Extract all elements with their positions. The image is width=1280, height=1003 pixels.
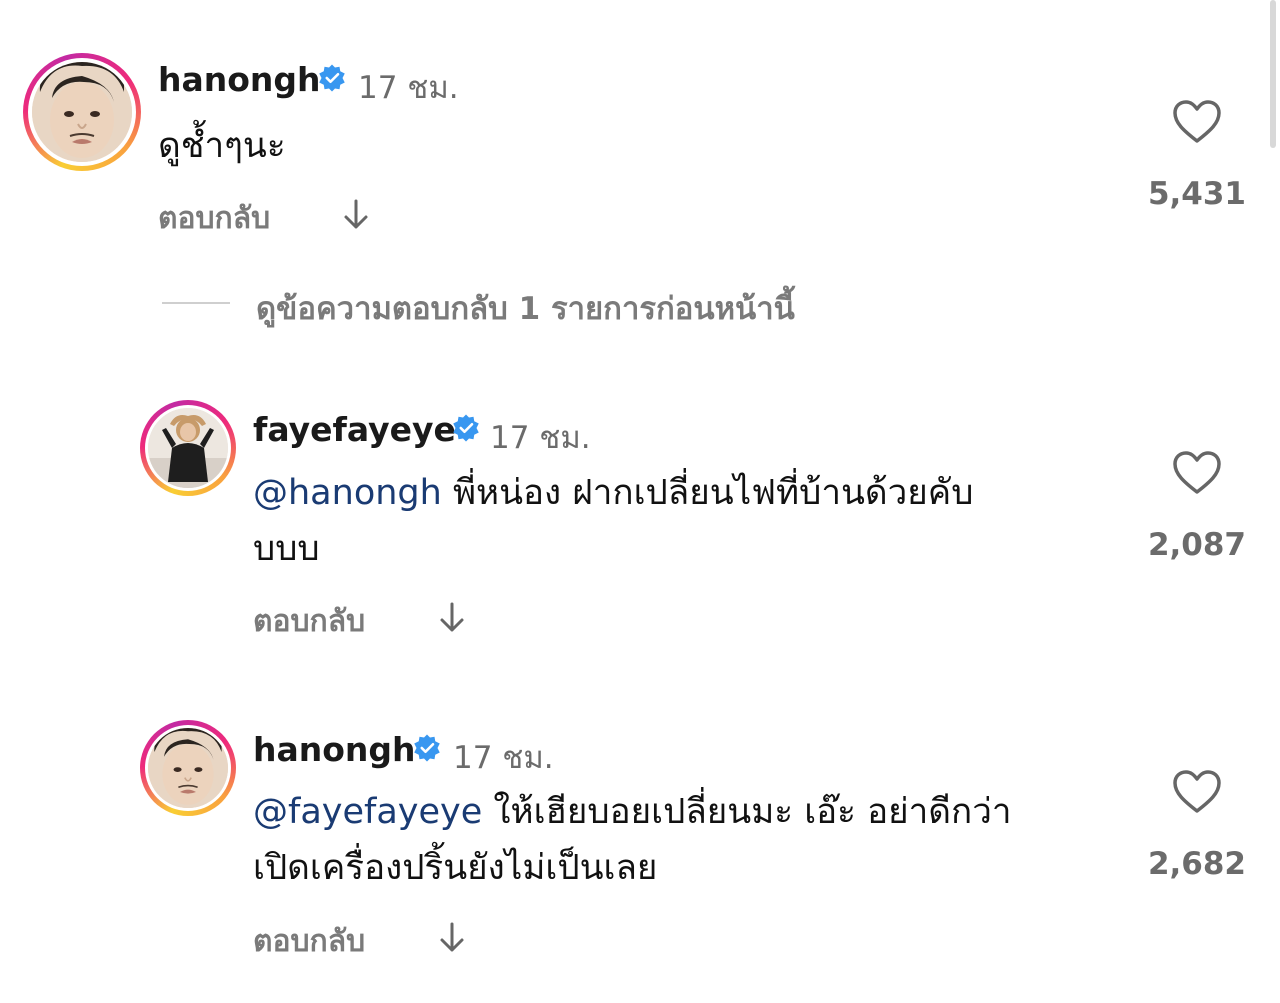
reply-button[interactable]: ตอบกลับ <box>253 598 365 645</box>
avatar-fayefayeye[interactable] <box>140 400 236 496</box>
comment-username[interactable]: hanongh <box>158 60 321 99</box>
avatar-photo <box>148 408 228 488</box>
comment-body: ให้เฮียบอยเปลี่ยนมะ เอ๊ะ อย่าดีกว่า <box>482 792 1012 832</box>
heart-outline-icon[interactable] <box>1172 450 1222 496</box>
like-count: 2,087 <box>1147 527 1246 563</box>
avatar-hanongh[interactable] <box>140 720 236 816</box>
comment-text: @fayefayeye ให้เฮียบอยเปลี่ยนมะ เอ๊ะ อย่… <box>253 784 1133 896</box>
comment-time: 17 ชม. <box>453 740 554 776</box>
verified-badge-icon <box>453 414 479 442</box>
like-count: 2,682 <box>1147 846 1246 882</box>
comment-username[interactable]: fayefayeye <box>253 410 456 449</box>
reply-button[interactable]: ตอบกลับ <box>253 918 365 965</box>
heart-outline-icon[interactable] <box>1172 99 1222 145</box>
face-illustration <box>148 728 228 808</box>
comment-username[interactable]: hanongh <box>253 730 416 769</box>
reply-button[interactable]: ตอบกลับ <box>158 195 270 242</box>
comment-text: @hanongh พี่หน่อง ฝากเปลี่ยนไฟที่บ้านด้ว… <box>253 465 1113 577</box>
comment-body: พี่หน่อง ฝากเปลี่ยนไฟที่บ้านด้วยคับ <box>441 473 974 513</box>
view-previous-replies-link[interactable]: ดูข้อความตอบกลับ 1 รายการก่อนหน้านี้ <box>256 283 795 333</box>
arrow-down-icon[interactable] <box>437 921 467 955</box>
mention-link[interactable]: @fayefayeye <box>253 792 482 832</box>
avatar-photo <box>148 728 228 808</box>
verified-badge-icon <box>319 64 345 92</box>
face-illustration <box>32 62 132 162</box>
person-illustration <box>148 408 228 488</box>
comment-time: 17 ชม. <box>358 70 459 106</box>
comment-body-line2: บบบ <box>253 529 320 569</box>
avatar-hanongh[interactable] <box>23 53 141 171</box>
arrow-down-icon[interactable] <box>341 198 371 232</box>
verified-badge-icon <box>414 734 440 762</box>
arrow-down-icon[interactable] <box>437 601 467 635</box>
comment-text: ดูช้ำๆนะ <box>158 126 286 166</box>
scrollbar[interactable] <box>1270 0 1276 148</box>
comment-time: 17 ชม. <box>490 420 591 456</box>
avatar-photo <box>32 62 132 162</box>
comment-body-line2: เปิดเครื่องปริ้นยังไม่เป็นเลย <box>253 848 658 888</box>
heart-outline-icon[interactable] <box>1172 769 1222 815</box>
divider-line <box>162 302 230 304</box>
like-count: 5,431 <box>1147 176 1246 212</box>
mention-link[interactable]: @hanongh <box>253 473 442 513</box>
